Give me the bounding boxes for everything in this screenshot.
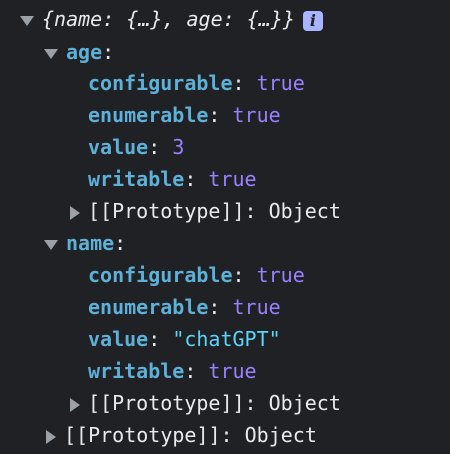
collapse-caret-icon[interactable] <box>70 397 80 412</box>
name-configurable-row: configurable: true <box>88 263 305 287</box>
property-value: "chatGPT" <box>172 327 281 351</box>
info-icon[interactable]: i <box>302 10 323 31</box>
name-prototype-row[interactable]: [[Prototype]]: Object <box>70 387 341 419</box>
root-prototype-row[interactable]: [[Prototype]]: Object <box>46 419 317 451</box>
property-key: value <box>88 135 149 159</box>
expand-caret-icon[interactable] <box>44 239 58 250</box>
property-key: configurable <box>88 263 233 287</box>
collapse-caret-icon[interactable] <box>46 429 56 444</box>
name-enumerable-row: enumerable: true <box>88 295 281 319</box>
property-key: enumerable <box>88 103 209 127</box>
age-configurable-row: configurable: true <box>88 71 305 95</box>
prototype-value: Object <box>268 199 341 223</box>
prototype-value: Object <box>244 423 317 447</box>
property-key: writable <box>88 167 185 191</box>
age-value-row: value: 3 <box>88 135 185 159</box>
prototype-label: [[Prototype]] <box>88 391 245 415</box>
name-value-row: value: "chatGPT" <box>88 327 281 351</box>
object-inspector-tree: {name: {…}, age: {…}} i age: configurable… <box>0 0 450 454</box>
expand-caret-icon[interactable] <box>44 48 58 59</box>
property-value: true <box>208 359 257 383</box>
prototype-label: [[Prototype]] <box>88 199 245 223</box>
root-object-row[interactable]: {name: {…}, age: {…}} i <box>20 3 323 35</box>
name-property-row[interactable]: name: <box>44 227 126 259</box>
name-writable-row: writable: true <box>88 359 257 383</box>
property-key: name <box>66 231 115 255</box>
property-value: true <box>208 167 257 191</box>
root-object-preview: {name: {…}, age: {…}} <box>42 7 295 31</box>
age-enumerable-row: enumerable: true <box>88 103 281 127</box>
property-key: writable <box>88 359 185 383</box>
expand-caret-icon[interactable] <box>20 15 34 26</box>
age-property-row[interactable]: age: <box>44 36 114 68</box>
colon: : <box>114 231 127 255</box>
prototype-label: [[Prototype]] <box>64 423 221 447</box>
property-value: true <box>232 295 281 319</box>
age-prototype-row[interactable]: [[Prototype]]: Object <box>70 195 341 227</box>
property-value: true <box>256 71 305 95</box>
property-key: enumerable <box>88 295 209 319</box>
property-key: value <box>88 327 149 351</box>
prototype-value: Object <box>268 391 341 415</box>
property-key: configurable <box>88 71 233 95</box>
property-value: 3 <box>172 135 185 159</box>
colon: : <box>102 40 115 64</box>
collapse-caret-icon[interactable] <box>70 205 80 220</box>
age-writable-row: writable: true <box>88 167 257 191</box>
property-value: true <box>256 263 305 287</box>
property-value: true <box>232 103 281 127</box>
property-key: age <box>66 40 103 64</box>
